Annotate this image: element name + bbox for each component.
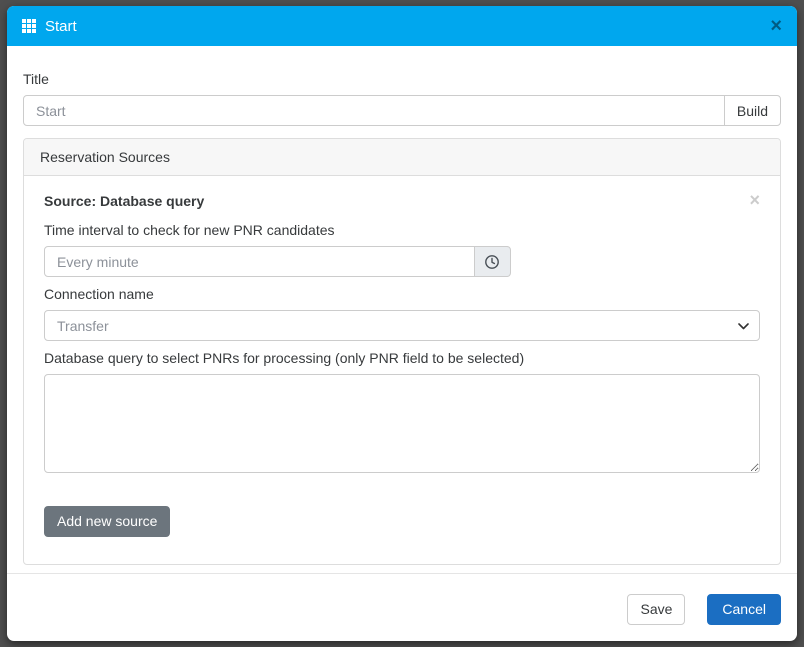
save-button[interactable]: Save <box>627 594 685 625</box>
connection-select-wrap: Transfer <box>44 310 760 341</box>
panel-body: Source: Database query × Time interval t… <box>24 176 780 564</box>
source-header: Source: Database query × <box>44 193 760 209</box>
reservation-sources-panel: Reservation Sources Source: Database que… <box>23 138 781 565</box>
dialog-title: Start <box>45 18 77 35</box>
close-icon[interactable]: × <box>770 16 782 36</box>
remove-source-icon[interactable]: × <box>749 193 760 207</box>
connection-select[interactable]: Transfer <box>44 310 760 341</box>
interval-label: Time interval to check for new PNR candi… <box>44 222 760 238</box>
interval-input-group <box>44 246 511 277</box>
title-label: Title <box>23 71 781 87</box>
clock-icon[interactable] <box>474 246 511 277</box>
title-input[interactable] <box>23 95 725 126</box>
source-heading: Source: Database query <box>44 193 204 209</box>
grid-icon <box>22 19 36 33</box>
cancel-button[interactable]: Cancel <box>707 594 781 625</box>
build-button[interactable]: Build <box>724 95 781 126</box>
panel-header: Reservation Sources <box>24 139 780 176</box>
query-textarea[interactable] <box>44 374 760 473</box>
add-new-source-button[interactable]: Add new source <box>44 506 170 537</box>
start-node-dialog: Start × Title Build Reservation Sources … <box>7 6 797 641</box>
interval-input[interactable] <box>44 246 475 277</box>
query-label: Database query to select PNRs for proces… <box>44 350 760 366</box>
connection-label: Connection name <box>44 286 760 302</box>
dialog-body: Title Build Reservation Sources Source: … <box>7 46 797 573</box>
dialog-footer: Save Cancel <box>7 573 797 641</box>
title-input-group: Build <box>23 95 781 126</box>
dialog-header: Start × <box>7 6 797 46</box>
